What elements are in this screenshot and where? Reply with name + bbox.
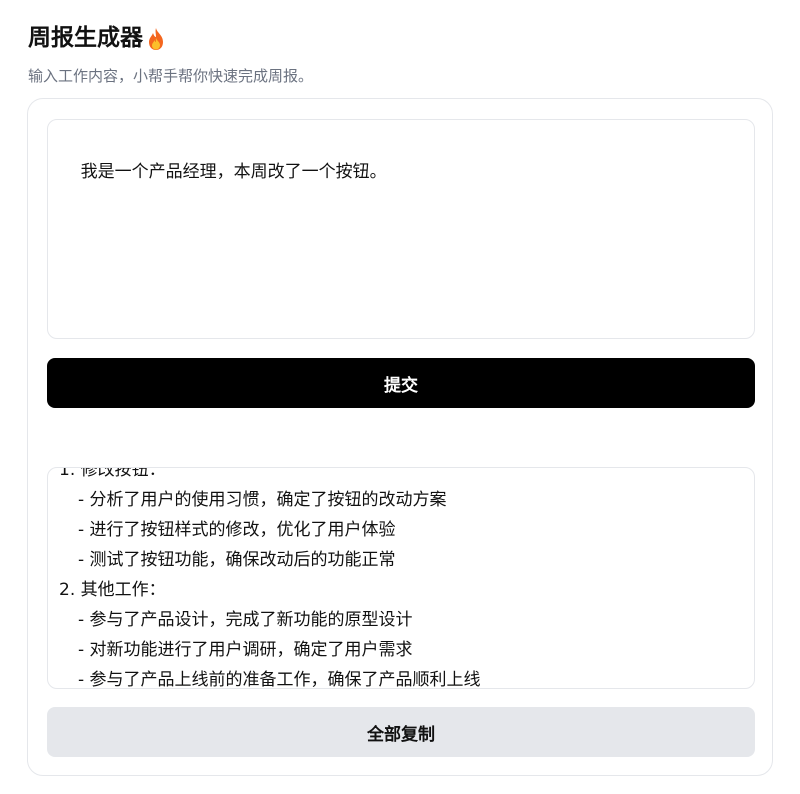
report-line: - 参与了产品上线前的准备工作，确保了产品顺利上线 xyxy=(78,670,481,689)
work-content-value: 我是一个产品经理，本周改了一个按钮。 xyxy=(80,162,387,182)
report-line: 1. 修改按钮： xyxy=(59,467,166,480)
ai-assistant-icon[interactable] xyxy=(726,308,749,382)
page-title: 周报生成器 xyxy=(28,20,167,56)
report-output[interactable]: 1. 修改按钮： - 分析了用户的使用习惯，确定了按钮的改动方案 - 进行了按钮… xyxy=(47,467,755,689)
work-content-textarea[interactable]: 我是一个产品经理，本周改了一个按钮。 xyxy=(47,119,755,382)
page-subtitle: 输入工作内容，小帮手帮你快速完成周报。 xyxy=(28,67,314,85)
report-output-content: 1. 修改按钮： - 分析了用户的使用习惯，确定了按钮的改动方案 - 进行了按钮… xyxy=(59,467,746,689)
fire-icon xyxy=(145,26,167,50)
generator-card: 我是一个产品经理，本周改了一个按钮。 提交 1. 修改按钮： - 分析了用户的使… xyxy=(27,98,773,776)
report-line: 2. 其他工作： xyxy=(59,580,166,600)
copy-all-button[interactable]: 全部复制 xyxy=(47,707,755,757)
report-line: - 进行了按钮样式的修改，优化了用户体验 xyxy=(78,520,396,540)
report-line: - 分析了用户的使用习惯，确定了按钮的改动方案 xyxy=(78,490,447,510)
submit-button[interactable]: 提交 xyxy=(47,358,755,408)
page-header: 周报生成器 xyxy=(28,20,167,56)
report-line: - 参与了产品设计，完成了新功能的原型设计 xyxy=(78,610,413,630)
report-line: - 测试了按钮功能，确保改动后的功能正常 xyxy=(78,550,396,570)
page-title-text: 周报生成器 xyxy=(28,25,143,51)
report-line: - 对新功能进行了用户调研，确定了用户需求 xyxy=(78,640,413,660)
